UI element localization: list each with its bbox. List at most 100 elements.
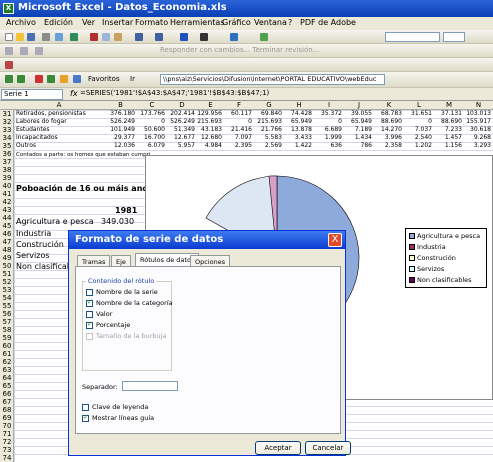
table-cell[interactable]: 12.677: [167, 134, 195, 141]
table-cell[interactable]: 526.249: [167, 118, 195, 125]
table-cell[interactable]: 35.372: [314, 110, 342, 117]
table-cell[interactable]: 215.693: [197, 118, 222, 125]
cancel-button[interactable]: Cancelar: [305, 441, 351, 455]
table-cell[interactable]: 0: [137, 118, 165, 125]
category-name-checkbox[interactable]: Nombre de la categoría: [86, 298, 173, 307]
checkbox-box[interactable]: [86, 288, 93, 296]
table-cell[interactable]: 31.651: [404, 110, 432, 117]
category-cell[interactable]: Agricultura e pesca: [16, 217, 94, 226]
table-cell[interactable]: 74.428: [284, 110, 312, 117]
table-cell[interactable]: 69.840: [254, 110, 282, 117]
category-cell[interactable]: Servizos: [16, 251, 50, 260]
table-cell[interactable]: 1.156: [434, 142, 462, 149]
table-cell[interactable]: Retirados, pensionistas: [16, 110, 86, 117]
table-cell[interactable]: 101.949: [104, 126, 135, 133]
table-cell[interactable]: 50.600: [137, 126, 165, 133]
table-cell[interactable]: 7.037: [404, 126, 432, 133]
note-cell[interactable]: Contados a parte: os homes que estaban c…: [16, 152, 150, 158]
table-cell[interactable]: 43.183: [197, 126, 222, 133]
table-cell[interactable]: 636: [314, 142, 342, 149]
table-cell[interactable]: 37.131: [434, 110, 462, 117]
table-cell[interactable]: 30.618: [464, 126, 491, 133]
table-cell[interactable]: 65.949: [344, 118, 372, 125]
category-cell[interactable]: Industria: [16, 229, 51, 238]
table-cell[interactable]: 786: [344, 142, 372, 149]
table-cell[interactable]: 21.416: [224, 126, 252, 133]
table-cell[interactable]: 1.202: [404, 142, 432, 149]
table-cell[interactable]: 88.690: [374, 118, 402, 125]
table-cell[interactable]: 6.689: [314, 126, 342, 133]
year-cell[interactable]: 1981: [115, 206, 137, 215]
table-cell[interactable]: 9.268: [464, 134, 491, 141]
table-cell[interactable]: Labores do fogar: [16, 118, 67, 125]
table-cell[interactable]: 6.079: [137, 142, 165, 149]
percentage-checkbox[interactable]: Porcentaje: [86, 320, 130, 329]
table-cell[interactable]: 173.766: [137, 110, 165, 117]
table-cell[interactable]: 5.957: [167, 142, 195, 149]
table-cell[interactable]: 12.036: [104, 142, 135, 149]
table-cell[interactable]: Outros: [16, 142, 36, 149]
checkbox-box[interactable]: [86, 320, 93, 329]
legend-item: Agricultura e pesca: [409, 232, 480, 240]
heading-cell[interactable]: Poboación de 16 ou máis anos: [16, 184, 153, 193]
table-cell[interactable]: 65.949: [284, 118, 312, 125]
table-cell[interactable]: 29.377: [104, 134, 135, 141]
checkbox-box[interactable]: [86, 298, 93, 307]
legend-label: Industria: [417, 243, 446, 251]
table-cell[interactable]: 155.917: [464, 118, 491, 125]
table-cell[interactable]: 103.013: [464, 110, 491, 117]
dialog-title[interactable]: Formato de serie de datos: [69, 231, 345, 249]
legend-key-checkbox[interactable]: Clave de leyenda: [82, 403, 148, 411]
table-cell[interactable]: 60.117: [224, 110, 252, 117]
table-cell[interactable]: 12.680: [197, 134, 222, 141]
category-cell[interactable]: Construción: [16, 240, 64, 249]
checkbox-label: Nombre de la serie: [96, 288, 158, 296]
table-cell[interactable]: 1.434: [344, 134, 372, 141]
table-cell[interactable]: 88.690: [434, 118, 462, 125]
table-cell[interactable]: 1.422: [284, 142, 312, 149]
separator-dropdown[interactable]: [122, 381, 178, 391]
table-cell[interactable]: 7.233: [434, 126, 462, 133]
table-cell[interactable]: 0: [224, 118, 252, 125]
table-cell[interactable]: 1.457: [434, 134, 462, 141]
table-cell[interactable]: 2.358: [374, 142, 402, 149]
checkbox-box[interactable]: [82, 413, 89, 422]
table-cell[interactable]: 202.414: [167, 110, 195, 117]
checkbox-box[interactable]: [82, 403, 89, 411]
table-cell[interactable]: 51.349: [167, 126, 195, 133]
table-cell[interactable]: 7.189: [344, 126, 372, 133]
legend-swatch: [409, 255, 415, 261]
table-cell[interactable]: 68.783: [374, 110, 402, 117]
table-cell[interactable]: 3.293: [464, 142, 491, 149]
checkbox-box[interactable]: [86, 310, 93, 318]
table-cell[interactable]: 526.249: [104, 118, 135, 125]
table-cell[interactable]: 1.999: [314, 134, 342, 141]
close-icon[interactable]: X: [328, 233, 342, 247]
table-cell[interactable]: Estudantes: [16, 126, 50, 133]
series-name-checkbox[interactable]: Nombre de la serie: [86, 288, 158, 296]
table-cell[interactable]: 2.395: [224, 142, 252, 149]
table-cell[interactable]: 7.097: [224, 134, 252, 141]
table-cell[interactable]: 39.055: [344, 110, 372, 117]
chart-legend[interactable]: Agricultura e pesca Industria Construció…: [405, 228, 487, 288]
table-cell[interactable]: 3.433: [284, 134, 312, 141]
table-cell[interactable]: 2.569: [254, 142, 282, 149]
table-cell[interactable]: 3.996: [374, 134, 402, 141]
table-cell[interactable]: 21.766: [254, 126, 282, 133]
value-checkbox[interactable]: Valor: [86, 310, 112, 318]
table-cell[interactable]: 4.984: [197, 142, 222, 149]
table-cell[interactable]: 376.180: [104, 110, 135, 117]
leader-lines-checkbox[interactable]: Mostrar líneas guía: [82, 413, 154, 422]
table-cell[interactable]: Incapacitados: [16, 134, 58, 141]
table-cell[interactable]: 13.878: [284, 126, 312, 133]
table-cell[interactable]: 16.700: [137, 134, 165, 141]
table-cell[interactable]: 5.583: [254, 134, 282, 141]
table-cell[interactable]: 0: [314, 118, 342, 125]
table-cell[interactable]: 14.270: [374, 126, 402, 133]
table-cell[interactable]: 0: [404, 118, 432, 125]
table-cell[interactable]: 2.540: [404, 134, 432, 141]
ok-button[interactable]: Aceptar: [255, 441, 301, 455]
value-cell[interactable]: 349.030: [101, 217, 134, 226]
table-cell[interactable]: 215.693: [254, 118, 282, 125]
table-cell[interactable]: 129.956: [197, 110, 222, 117]
